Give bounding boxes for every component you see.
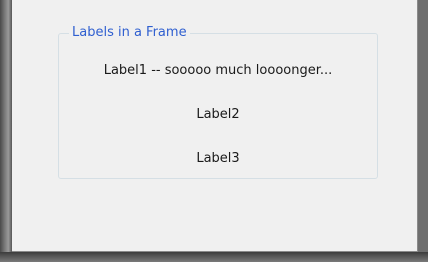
window-client-area: Labels in a Frame Label1 -- sooooo much … <box>12 0 418 252</box>
label-3: Label3 <box>196 151 240 166</box>
window-shadow <box>418 0 428 252</box>
window-bottom-edge <box>0 252 428 262</box>
labels-frame: Labels in a Frame Label1 -- sooooo much … <box>58 24 378 179</box>
background-window-edge <box>0 0 12 262</box>
label-1: Label1 -- sooooo much loooonger... <box>103 63 333 78</box>
frame-title: Labels in a Frame <box>69 24 190 42</box>
label-2: Label2 <box>196 107 240 122</box>
